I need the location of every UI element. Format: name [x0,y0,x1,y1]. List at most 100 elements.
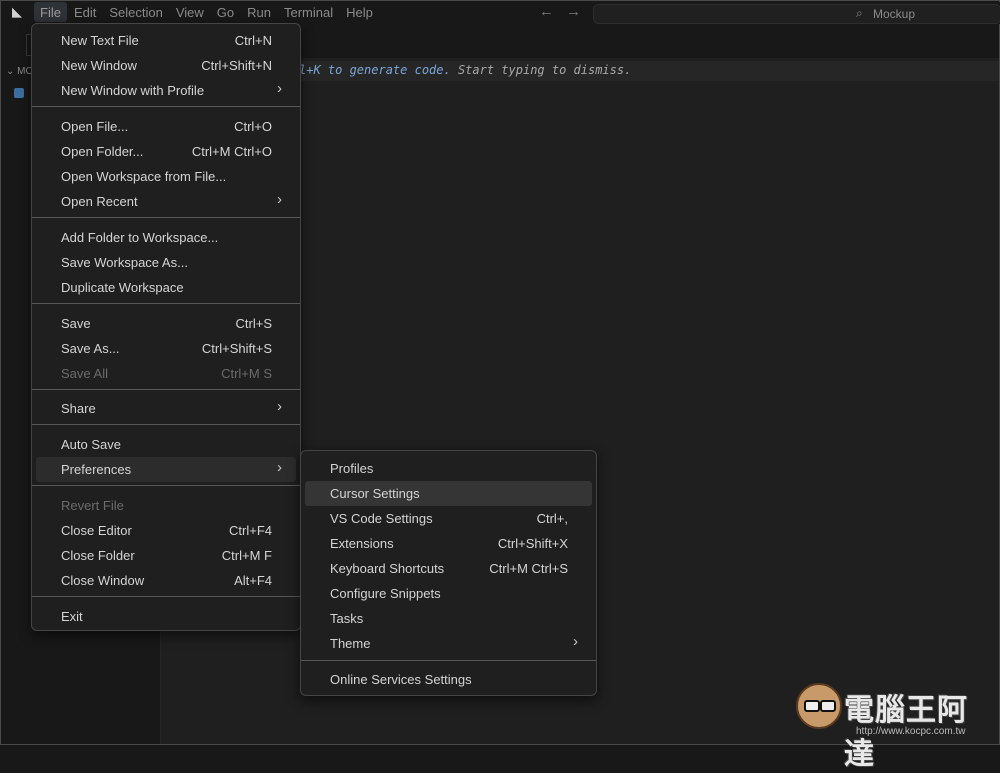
file-menu: New Text File Ctrl+N New Window Ctrl+Shift… [31,23,301,631]
menu-item-tasks[interactable]: Tasks [305,606,592,631]
menu-bar: File Edit Selection View Go Run Terminal… [34,2,380,24]
menu-item-shortcut: Ctrl+N [234,33,272,48]
menu-item-new-window[interactable]: New Window Ctrl+Shift+N [36,53,296,78]
explorer-section-header[interactable]: ⌄ MO [6,66,33,77]
menu-item-profiles[interactable]: Profiles [305,456,592,481]
menu-item-add-folder[interactable]: Add Folder to Workspace... [36,225,296,250]
menu-item-auto-save[interactable]: Auto Save [36,432,296,457]
search-text: Mockup [873,7,916,21]
menu-item-keyboard-shortcuts[interactable]: Keyboard Shortcuts Ctrl+M Ctrl+S [305,556,592,581]
menu-item-label: Profiles [330,461,374,476]
hint-prefix: l+K to generate code. [299,63,451,77]
chevron-right-icon: › [277,80,282,97]
menu-item-label: New Window [61,58,137,73]
menu-item-save-workspace-as[interactable]: Save Workspace As... [36,250,296,275]
menu-item-label: Open File... [61,119,129,134]
forward-arrow-icon[interactable]: → [566,3,593,20]
menu-item-vscode-settings[interactable]: VS Code Settings Ctrl+, [305,506,592,531]
menu-item-label: Open Folder... [61,144,144,159]
menu-item-shortcut: Ctrl+S [235,316,272,331]
app-window: ◣ File Edit Selection View Go Run Termin… [0,0,1000,772]
menu-item-label: New Text File [61,33,139,48]
menu-item-save-as[interactable]: Save As... Ctrl+Shift+S [36,336,296,361]
menu-item-label: Duplicate Workspace [61,280,184,295]
mascot-glasses-right [820,700,836,712]
menu-selection[interactable]: Selection [103,2,168,22]
preferences-submenu: Profiles Cursor Settings VS Code Setting… [300,450,597,696]
title-bar: ◣ File Edit Selection View Go Run Termin… [2,2,1000,24]
menu-go[interactable]: Go [211,2,240,22]
menu-terminal[interactable]: Terminal [278,2,339,22]
menu-item-label: Auto Save [61,437,121,452]
back-arrow-icon[interactable]: ← [539,3,566,20]
file-type-icon[interactable] [14,88,24,98]
menu-item-save-all: Save All Ctrl+M S [36,361,296,386]
menu-item-share[interactable]: Share › [36,396,296,421]
menu-view[interactable]: View [170,2,210,22]
menu-item-label: Cursor Settings [330,486,420,501]
menu-item-shortcut: Ctrl+M F [221,548,272,563]
ai-hint-text: l+K to generate code. Start typing to di… [299,63,631,77]
menu-item-new-window-with-profile[interactable]: New Window with Profile › [36,78,296,103]
menu-item-configure-snippets[interactable]: Configure Snippets [305,581,592,606]
menu-item-revert-file: Revert File [36,493,296,518]
menu-item-shortcut: Ctrl+, [536,511,568,526]
mascot-glasses-left [804,700,820,712]
cursor-logo-icon[interactable]: ◣ [9,4,25,20]
menu-item-exit[interactable]: Exit [36,604,296,629]
menu-item-close-editor[interactable]: Close Editor Ctrl+F4 [36,518,296,543]
menu-item-label: Share [61,401,96,416]
menu-item-save[interactable]: Save Ctrl+S [36,311,296,336]
menu-item-label: Close Window [61,573,145,588]
menu-item-label: Configure Snippets [330,586,441,601]
menu-edit[interactable]: Edit [68,2,102,22]
menu-separator [32,303,300,304]
watermark: 電腦王阿達 http://www.kocpc.com.tw [794,681,994,772]
menu-item-preferences[interactable]: Preferences › [36,457,296,482]
menu-item-shortcut: Ctrl+F4 [229,523,272,538]
chevron-right-icon: › [573,633,578,650]
menu-item-close-window[interactable]: Close Window Alt+F4 [36,568,296,593]
menu-separator [32,106,300,107]
menu-item-shortcut: Ctrl+M Ctrl+S [489,561,568,576]
menu-item-label: Preferences [61,462,132,477]
menu-separator [32,424,300,425]
menu-item-new-text-file[interactable]: New Text File Ctrl+N [36,28,296,53]
menu-item-shortcut: Ctrl+M S [221,366,272,381]
menu-separator [32,217,300,218]
chevron-right-icon: › [277,398,282,415]
menu-item-open-folder[interactable]: Open Folder... Ctrl+M Ctrl+O [36,139,296,164]
menu-item-theme[interactable]: Theme › [305,631,592,656]
menu-item-extensions[interactable]: Extensions Ctrl+Shift+X [305,531,592,556]
menu-item-close-folder[interactable]: Close Folder Ctrl+M F [36,543,296,568]
menu-item-label: Exit [61,609,83,624]
menu-item-label: Open Workspace from File... [61,169,227,184]
menu-item-shortcut: Ctrl+Shift+X [497,536,568,551]
menu-item-online-services-settings[interactable]: Online Services Settings [305,667,592,692]
menu-item-label: Keyboard Shortcuts [330,561,445,576]
menu-item-label: Close Editor [61,523,132,538]
menu-item-cursor-settings[interactable]: Cursor Settings [305,481,592,506]
menu-item-label: Revert File [61,498,124,513]
menu-item-label: Save As... [61,341,120,356]
menu-item-label: Theme [330,636,371,651]
watermark-url: http://www.kocpc.com.tw [856,726,966,737]
menu-item-open-file[interactable]: Open File... Ctrl+O [36,114,296,139]
menu-item-duplicate-workspace[interactable]: Duplicate Workspace [36,275,296,300]
menu-item-open-recent[interactable]: Open Recent › [36,189,296,214]
menu-item-label: Tasks [330,611,364,626]
chevron-right-icon: › [277,191,282,208]
menu-help[interactable]: Help [340,2,379,22]
menu-item-label: Add Folder to Workspace... [61,230,219,245]
navigation-arrows: ←→ [539,3,593,20]
command-center-search[interactable]: ⌕ Mockup [593,4,1000,24]
menu-item-label: Close Folder [61,548,135,563]
menu-file[interactable]: File [34,2,67,22]
chevron-down-icon: ⌄ [6,66,15,77]
menu-separator [32,596,300,597]
menu-item-label: Open Recent [61,194,138,209]
menu-run[interactable]: Run [241,2,277,22]
menu-item-shortcut: Ctrl+O [234,119,272,134]
hint-rest: Start typing to dismiss. [450,63,632,77]
menu-item-open-workspace[interactable]: Open Workspace from File... [36,164,296,189]
